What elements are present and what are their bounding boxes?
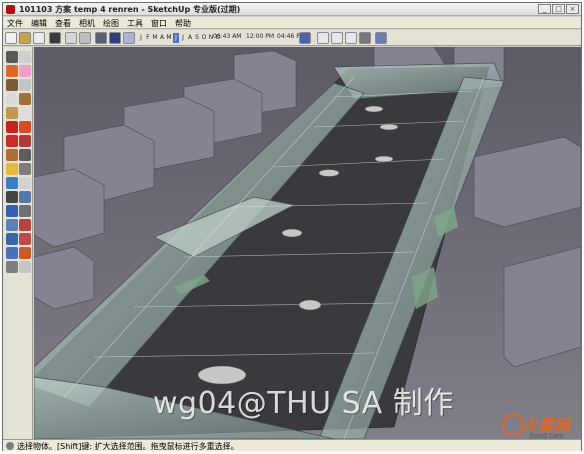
menu-tools[interactable]: 工具 bbox=[127, 18, 143, 29]
month-feb[interactable]: F bbox=[145, 33, 151, 43]
menu-edit[interactable]: 编辑 bbox=[31, 18, 47, 29]
push-pull-icon[interactable] bbox=[19, 121, 31, 133]
menu-bar: 文件 编辑 查看 相机 绘图 工具 窗口 帮助 bbox=[3, 17, 581, 29]
menu-window[interactable]: 窗口 bbox=[151, 18, 167, 29]
minimize-button[interactable]: _ bbox=[538, 4, 551, 14]
protractor-icon[interactable] bbox=[6, 177, 18, 189]
month-aug[interactable]: A bbox=[187, 33, 193, 43]
menu-view[interactable]: 查看 bbox=[55, 18, 71, 29]
3d-text-icon[interactable] bbox=[19, 191, 31, 203]
scale-icon[interactable] bbox=[6, 149, 18, 161]
open-icon[interactable] bbox=[19, 32, 31, 44]
window-title: 101103 方案 temp 4 renren - SketchUp 专业版(过… bbox=[19, 5, 241, 14]
fog-icon[interactable] bbox=[109, 32, 121, 44]
month-apr[interactable]: A bbox=[159, 33, 165, 43]
back-view-icon[interactable] bbox=[359, 32, 371, 44]
orbit-icon[interactable] bbox=[6, 205, 18, 217]
right-view-icon[interactable] bbox=[345, 32, 357, 44]
zoom-extents-icon[interactable] bbox=[6, 233, 18, 245]
month-jun[interactable]: J bbox=[173, 33, 179, 43]
paint-bucket-icon[interactable] bbox=[6, 65, 18, 77]
month-selector[interactable]: J F M A M J J A S O N D bbox=[138, 33, 221, 43]
sketchup-window: 101103 方案 temp 4 renren - SketchUp 专业版(过… bbox=[2, 2, 582, 451]
shadow-settings-icon[interactable] bbox=[123, 32, 135, 44]
offset-icon[interactable] bbox=[19, 149, 31, 161]
pan-icon[interactable] bbox=[19, 205, 31, 217]
menu-camera[interactable]: 相机 bbox=[79, 18, 95, 29]
freehand-icon[interactable] bbox=[19, 107, 31, 119]
month-oct[interactable]: O bbox=[201, 33, 207, 43]
tape-measure-icon[interactable] bbox=[6, 163, 18, 175]
menu-draw[interactable]: 绘图 bbox=[103, 18, 119, 29]
left-toolbar bbox=[3, 47, 33, 439]
xray-icon[interactable] bbox=[375, 32, 387, 44]
previous-icon[interactable] bbox=[19, 233, 31, 245]
watermark-text: wg04@THU SA 制作 bbox=[153, 386, 454, 421]
front-view-icon[interactable] bbox=[331, 32, 343, 44]
rectangle-icon[interactable] bbox=[6, 79, 18, 91]
month-may[interactable]: M bbox=[166, 33, 172, 43]
cut-icon[interactable] bbox=[65, 32, 77, 44]
status-bar: 选择物体。[Shift]键: 扩大选择范围。拖曳鼠标进行多重选择。 bbox=[3, 439, 581, 451]
menu-file[interactable]: 文件 bbox=[7, 18, 23, 29]
status-text: 选择物体。[Shift]键: 扩大选择范围。拖曳鼠标进行多重选择。 bbox=[17, 442, 239, 451]
new-icon[interactable] bbox=[5, 32, 17, 44]
window-controls: _ □ × bbox=[538, 4, 579, 14]
app-icon bbox=[6, 5, 15, 14]
home-icon[interactable] bbox=[33, 32, 45, 44]
info-icon bbox=[6, 442, 14, 450]
dimension-icon[interactable] bbox=[19, 163, 31, 175]
zoom-icon[interactable] bbox=[6, 219, 18, 231]
axes-icon[interactable] bbox=[6, 191, 18, 203]
month-jan[interactable]: J bbox=[138, 33, 144, 43]
shadow-toggle-icon[interactable] bbox=[95, 32, 107, 44]
copy-icon[interactable] bbox=[79, 32, 91, 44]
close-button[interactable]: × bbox=[566, 4, 579, 14]
select-icon[interactable] bbox=[6, 51, 18, 63]
walk-icon[interactable] bbox=[19, 247, 31, 259]
month-jul[interactable]: J bbox=[180, 33, 186, 43]
make-component-icon[interactable] bbox=[19, 51, 31, 63]
time-noon: 12:00 PM bbox=[246, 33, 274, 40]
polygon-icon[interactable] bbox=[6, 107, 18, 119]
text-icon[interactable] bbox=[19, 177, 31, 189]
section-plane-icon[interactable] bbox=[19, 261, 31, 273]
zoom-window-icon[interactable] bbox=[19, 219, 31, 231]
title-bar: 101103 方案 temp 4 renren - SketchUp 专业版(过… bbox=[3, 3, 581, 16]
line-icon[interactable] bbox=[19, 79, 31, 91]
logo-subtext: hxsd.com bbox=[530, 432, 564, 440]
logo-mark-icon bbox=[502, 414, 524, 436]
month-mar[interactable]: M bbox=[152, 33, 158, 43]
look-around-icon[interactable] bbox=[6, 261, 18, 273]
menu-help[interactable]: 帮助 bbox=[175, 18, 191, 29]
top-view-icon[interactable] bbox=[317, 32, 329, 44]
arc-icon[interactable] bbox=[19, 93, 31, 105]
save-icon[interactable] bbox=[49, 32, 61, 44]
follow-me-icon[interactable] bbox=[19, 135, 31, 147]
maximize-button[interactable]: □ bbox=[552, 4, 565, 14]
circle-icon[interactable] bbox=[6, 93, 18, 105]
top-toolbar: J F M A M J J A S O N D 06:43 AM 12:00 P… bbox=[3, 30, 581, 46]
rotate-icon[interactable] bbox=[6, 135, 18, 147]
move-icon[interactable] bbox=[6, 121, 18, 133]
iso-view-icon[interactable] bbox=[299, 32, 311, 44]
eraser-icon[interactable] bbox=[19, 65, 31, 77]
site-logo: 火星网 hxsd.com bbox=[500, 412, 582, 448]
time-start: 06:43 AM bbox=[213, 33, 242, 40]
month-sep[interactable]: S bbox=[194, 33, 200, 43]
position-camera-icon[interactable] bbox=[6, 247, 18, 259]
